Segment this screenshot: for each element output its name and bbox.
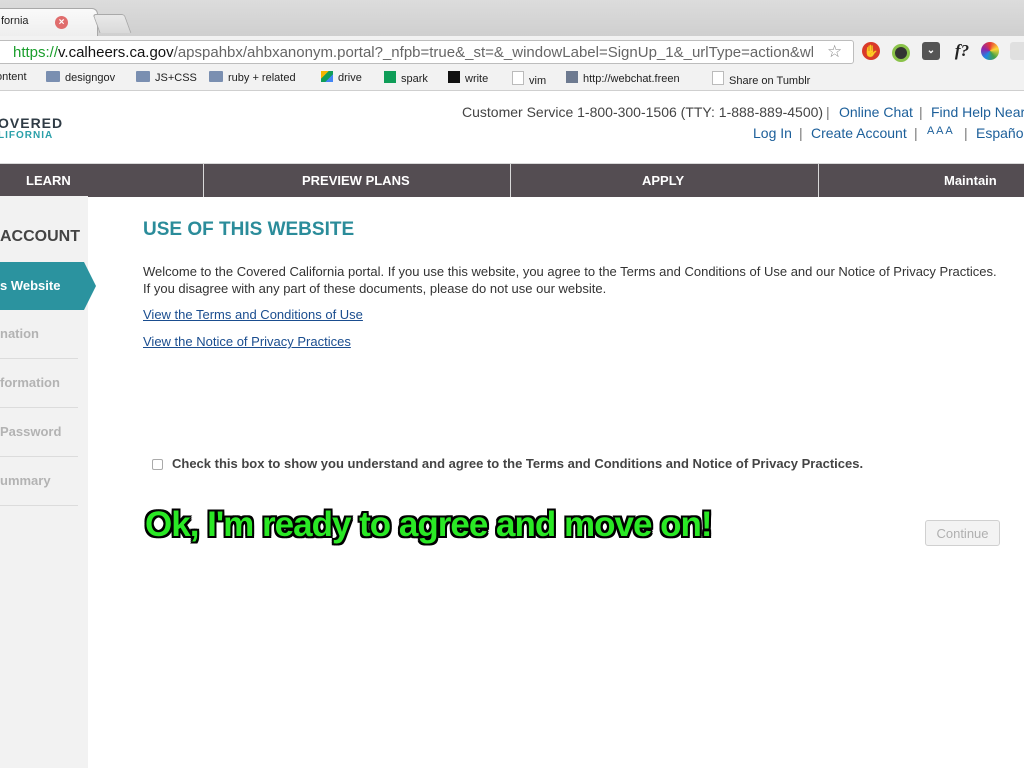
privacy-link[interactable]: View the Notice of Privacy Practices [143,334,351,349]
bookmark-label: http://webchat.freen [583,73,680,85]
bookmark-item[interactable]: spark [384,71,428,85]
overlay-caption: Ok, I'm ready to agree and move on! [145,505,713,544]
continue-button[interactable]: Continue [925,520,1000,546]
bookmark-label: Share on Tumblr [729,75,811,87]
agree-checkbox-label[interactable]: Check this box to show you understand an… [172,456,863,471]
bookmark-label: drive [338,72,362,84]
header-separator: | [826,104,830,120]
url-host: v.calheers.ca.gov [58,44,174,61]
bookmark-label: ontent [0,71,27,83]
nav-apply[interactable]: APPLY [642,164,684,197]
page-icon [512,71,524,85]
browser-tab[interactable]: fornia × [0,8,98,36]
tab-title: fornia [1,15,29,27]
url-path: /apspahbx/ahbxanonym.portal?_nfpb=true&_… [173,44,813,61]
colorpicker-icon[interactable] [892,44,910,62]
url-scheme: https:// [13,44,59,61]
sheet-icon [384,71,396,83]
login-link[interactable]: Log In [753,125,792,141]
address-bar[interactable]: https://v.calheers.ca.gov/apspahbx/ahbxa… [0,40,854,64]
nav-divider [203,164,204,197]
bookmark-label: spark [401,73,428,85]
sidebar: ACCOUNT s Website nation formation Passw… [0,196,96,768]
bookmark-label: ruby + related [228,72,296,84]
header-separator: | [919,104,923,120]
sidebar-title: ACCOUNT [0,228,80,245]
sidebar-item[interactable]: formation [0,360,78,408]
nav-divider [818,164,819,197]
customer-service-text: Customer Service 1-800-300-1506 (TTY: 1-… [462,104,824,120]
logo-subtitle: LIFORNIA [0,130,54,141]
agree-checkbox[interactable] [152,459,163,470]
bookmark-label: vim [529,75,547,87]
bookmark-item[interactable]: http://webchat.freen [566,71,696,85]
bookmark-item[interactable]: write [448,71,488,85]
bookmark-label: JS+CSS [155,72,197,84]
chat-icon [566,71,578,83]
nav-maintain[interactable]: Maintain [944,164,997,197]
pocket-icon[interactable]: ⌄ [922,42,940,60]
url-text: https://v.calheers.ca.gov/apspahbx/ahbxa… [13,44,813,61]
close-icon[interactable]: × [55,16,68,29]
intro-paragraph: Welcome to the Covered California portal… [143,264,997,296]
page-title: USE OF THIS WEBSITE [143,219,355,240]
folder-icon [46,71,60,82]
sidebar-item-active[interactable]: s Website [0,262,96,310]
new-tab-button[interactable] [92,14,132,33]
bookmark-item[interactable]: designgov [46,71,115,84]
bookmark-item[interactable]: ruby + related [209,71,296,84]
medium-icon [448,71,460,83]
create-account-link[interactable]: Create Account [811,125,907,141]
sidebar-item-label: s Website [0,278,61,293]
sidebar-item[interactable]: nation [0,311,78,359]
nav-preview-plans[interactable]: PREVIEW PLANS [302,164,410,197]
folder-icon [136,71,150,82]
drive-icon [321,71,333,82]
terms-link[interactable]: View the Terms and Conditions of Use [143,307,363,322]
bookmark-item[interactable]: drive [321,71,362,84]
bookmark-item[interactable]: JS+CSS [136,71,197,84]
sidebar-item[interactable]: ummary [0,458,78,506]
header-separator: | [914,125,918,141]
bookmark-item[interactable]: vim [512,71,546,87]
text-size-control[interactable]: A A A [927,125,953,137]
espanol-link[interactable]: Español [976,125,1024,141]
colorwheel-icon[interactable] [981,42,999,60]
folder-icon [209,71,223,82]
nav-divider [510,164,511,197]
online-chat-link[interactable]: Online Chat [839,104,913,120]
logo[interactable]: OVERED [0,115,63,131]
bookmark-label: designgov [65,72,116,84]
main-nav: LEARN PREVIEW PLANS APPLY Maintain [0,163,1024,197]
sidebar-item[interactable]: Password [0,409,78,457]
page-icon [712,71,724,85]
nav-learn[interactable]: LEARN [26,164,71,197]
bookmarks-bar: ontent designgov JS+CSS ruby + related d… [0,68,1024,91]
header-separator: | [964,125,968,141]
bookmark-item[interactable]: Share on Tumblr [712,71,810,87]
find-help-link[interactable]: Find Help Near [931,104,1024,120]
bookmark-star-icon[interactable]: ☆ [827,42,842,62]
browser-tabstrip: fornia × [0,0,1024,36]
hand-icon[interactable]: ✋ [862,42,880,60]
bookmark-label: write [465,73,489,85]
header-separator: | [799,125,803,141]
bookmark-item[interactable]: ontent [0,71,27,83]
menu-icon[interactable] [1010,42,1024,60]
font-icon[interactable]: f? [950,42,974,60]
